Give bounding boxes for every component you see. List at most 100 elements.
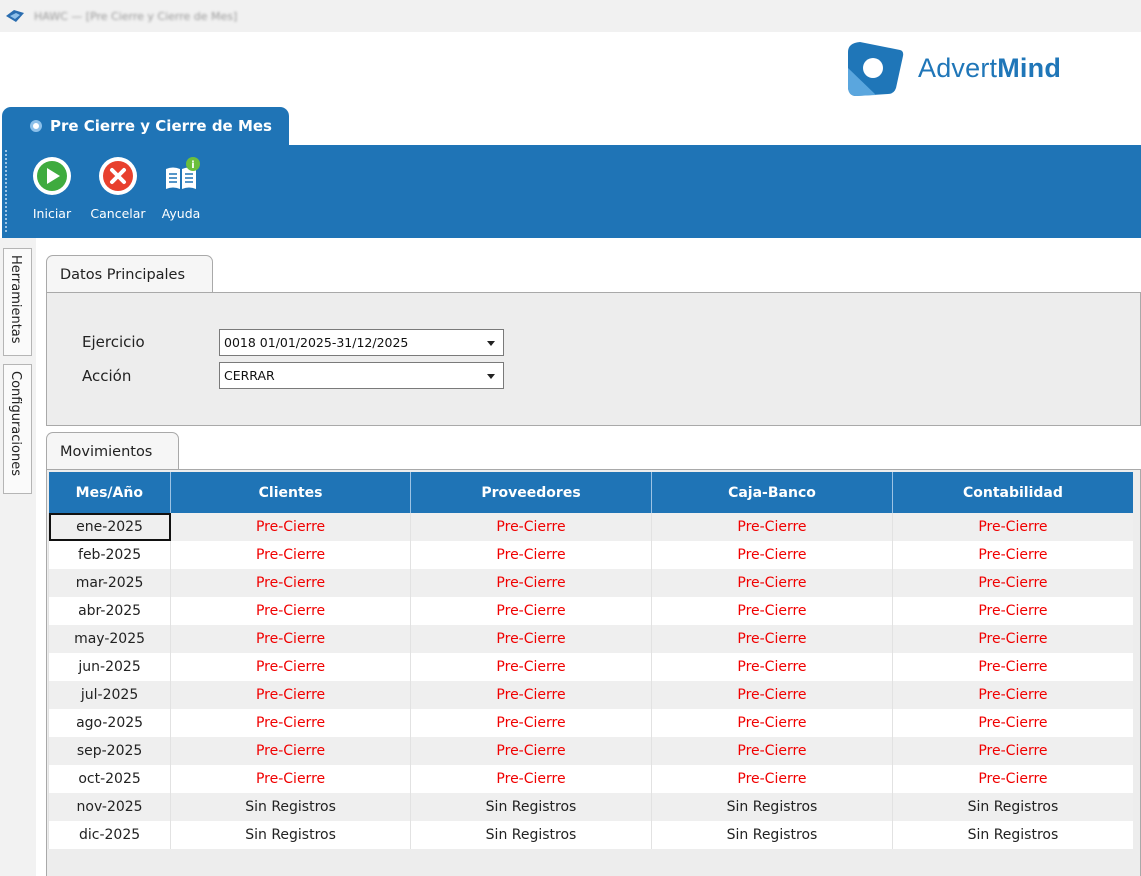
cell-proveedores[interactable]: Pre-Cierre xyxy=(409,597,652,625)
cell-clientes[interactable]: Pre-Cierre xyxy=(170,765,411,793)
cell-caja-banco[interactable]: Pre-Cierre xyxy=(651,709,893,737)
window-titlebar: HAWC — [Pre Cierre y Cierre de Mes] xyxy=(0,0,1141,32)
cell-clientes[interactable]: Pre-Cierre xyxy=(170,709,411,737)
cell-caja-banco[interactable]: Pre-Cierre xyxy=(651,541,893,569)
table-row[interactable]: ene-2025 Pre-Cierre Pre-Cierre Pre-Cierre Pr… xyxy=(47,513,1133,541)
cell-clientes[interactable]: Pre-Cierre xyxy=(170,597,411,625)
ejercicio-value: 0018 01/01/2025-31/12/2025 xyxy=(224,335,409,350)
window-title: HAWC — [Pre Cierre y Cierre de Mes] xyxy=(34,9,238,23)
cell-clientes[interactable]: Pre-Cierre xyxy=(170,737,411,765)
cancelar-button[interactable]: Cancelar xyxy=(88,155,148,221)
ejercicio-label: Ejercicio xyxy=(82,333,145,351)
cell-proveedores[interactable]: Pre-Cierre xyxy=(409,709,652,737)
module-dot-icon xyxy=(30,120,42,132)
table-row[interactable]: nov-2025 Sin Registros Sin Registros Sin Re… xyxy=(47,793,1133,821)
cell-clientes[interactable]: Sin Registros xyxy=(170,821,411,849)
col-header-caja-banco[interactable]: Caja-Banco xyxy=(651,472,893,513)
cell-mes[interactable]: ago-2025 xyxy=(47,709,171,737)
cell-contabilidad[interactable]: Sin Registros xyxy=(891,793,1133,821)
cell-clientes[interactable]: Pre-Cierre xyxy=(170,681,411,709)
cell-caja-banco[interactable]: Pre-Cierre xyxy=(651,681,893,709)
cell-contabilidad[interactable]: Pre-Cierre xyxy=(891,681,1133,709)
cell-mes[interactable]: abr-2025 xyxy=(47,597,171,625)
cell-proveedores[interactable]: Pre-Cierre xyxy=(409,569,652,597)
cell-caja-banco[interactable]: Pre-Cierre xyxy=(651,653,893,681)
cell-caja-banco[interactable]: Sin Registros xyxy=(651,793,893,821)
cell-caja-banco[interactable]: Pre-Cierre xyxy=(651,765,893,793)
cell-proveedores[interactable]: Pre-Cierre xyxy=(409,737,652,765)
cell-contabilidad[interactable]: Pre-Cierre xyxy=(891,513,1133,541)
ejercicio-select[interactable]: 0018 01/01/2025-31/12/2025 xyxy=(219,329,504,356)
table-row[interactable]: dic-2025 Sin Registros Sin Registros Sin Re… xyxy=(47,821,1133,849)
table-row[interactable]: sep-2025 Pre-Cierre Pre-Cierre Pre-Cierre Pr… xyxy=(47,737,1133,765)
cancelar-label: Cancelar xyxy=(90,206,146,221)
cell-proveedores[interactable]: Pre-Cierre xyxy=(409,625,652,653)
cell-contabilidad[interactable]: Sin Registros xyxy=(891,821,1133,849)
table-row[interactable]: jun-2025 Pre-Cierre Pre-Cierre Pre-Cierre Pr… xyxy=(47,653,1133,681)
col-header-mes[interactable]: Mes/Año xyxy=(48,472,171,513)
cell-clientes[interactable]: Sin Registros xyxy=(170,793,411,821)
cell-mes[interactable]: jun-2025 xyxy=(47,653,171,681)
table-row[interactable]: jul-2025 Pre-Cierre Pre-Cierre Pre-Cierre Pr… xyxy=(47,681,1133,709)
cell-contabilidad[interactable]: Pre-Cierre xyxy=(891,653,1133,681)
module-tab-label: Pre Cierre y Cierre de Mes xyxy=(50,117,272,135)
side-tab-herramientas[interactable]: Herramientas xyxy=(3,248,32,356)
accion-select[interactable]: CERRAR xyxy=(219,362,504,389)
toolbar: Iniciar Cancelar i Ayuda xyxy=(2,145,1141,238)
table-row[interactable]: mar-2025 Pre-Cierre Pre-Cierre Pre-Cierre Pr… xyxy=(47,569,1133,597)
cell-mes[interactable]: may-2025 xyxy=(47,625,171,653)
cell-caja-banco[interactable]: Pre-Cierre xyxy=(651,513,893,541)
toolbar-grip[interactable] xyxy=(5,150,7,232)
col-header-clientes[interactable]: Clientes xyxy=(170,472,411,513)
col-header-contabilidad[interactable]: Contabilidad xyxy=(891,472,1133,513)
cell-clientes[interactable]: Pre-Cierre xyxy=(170,625,411,653)
cell-proveedores[interactable]: Pre-Cierre xyxy=(409,513,652,541)
cell-mes[interactable]: oct-2025 xyxy=(47,765,171,793)
col-header-proveedores[interactable]: Proveedores xyxy=(409,472,652,513)
cell-proveedores[interactable]: Pre-Cierre xyxy=(409,541,652,569)
cell-proveedores[interactable]: Pre-Cierre xyxy=(409,653,652,681)
cell-clientes[interactable]: Pre-Cierre xyxy=(170,541,411,569)
cell-proveedores[interactable]: Pre-Cierre xyxy=(409,681,652,709)
cell-mes[interactable]: mar-2025 xyxy=(47,569,171,597)
cell-caja-banco[interactable]: Sin Registros xyxy=(651,821,893,849)
cancel-x-icon xyxy=(99,157,137,195)
module-tab[interactable]: Pre Cierre y Cierre de Mes xyxy=(2,107,289,145)
table-row[interactable]: ago-2025 Pre-Cierre Pre-Cierre Pre-Cierre Pr… xyxy=(47,709,1133,737)
advertmind-logo: AdvertMind xyxy=(846,36,1061,100)
cell-mes[interactable]: sep-2025 xyxy=(47,737,171,765)
cell-mes[interactable]: ene-2025 xyxy=(47,513,171,541)
cell-proveedores[interactable]: Sin Registros xyxy=(409,821,652,849)
cell-caja-banco[interactable]: Pre-Cierre xyxy=(651,737,893,765)
cell-mes[interactable]: feb-2025 xyxy=(47,541,171,569)
cell-mes[interactable]: nov-2025 xyxy=(47,793,171,821)
cell-contabilidad[interactable]: Pre-Cierre xyxy=(891,709,1133,737)
cell-mes[interactable]: jul-2025 xyxy=(47,681,171,709)
cell-caja-banco[interactable]: Pre-Cierre xyxy=(651,597,893,625)
cell-clientes[interactable]: Pre-Cierre xyxy=(170,653,411,681)
cell-contabilidad[interactable]: Pre-Cierre xyxy=(891,625,1133,653)
cell-contabilidad[interactable]: Pre-Cierre xyxy=(891,597,1133,625)
cell-contabilidad[interactable]: Pre-Cierre xyxy=(891,569,1133,597)
cell-contabilidad[interactable]: Pre-Cierre xyxy=(891,765,1133,793)
table-row[interactable]: abr-2025 Pre-Cierre Pre-Cierre Pre-Cierre Pr… xyxy=(47,597,1133,625)
accion-label: Acción xyxy=(82,367,132,385)
tab-movimientos-label: Movimientos xyxy=(60,443,153,460)
cell-clientes[interactable]: Pre-Cierre xyxy=(170,513,411,541)
side-tab-configuraciones[interactable]: Configuraciones xyxy=(3,364,32,494)
cell-caja-banco[interactable]: Pre-Cierre xyxy=(651,569,893,597)
tab-movimientos[interactable]: Movimientos xyxy=(46,432,179,470)
ayuda-button[interactable]: i Ayuda xyxy=(160,155,202,221)
cell-mes[interactable]: dic-2025 xyxy=(47,821,171,849)
cell-clientes[interactable]: Pre-Cierre xyxy=(170,569,411,597)
table-row[interactable]: may-2025 Pre-Cierre Pre-Cierre Pre-Cierre Pr… xyxy=(47,625,1133,653)
cell-proveedores[interactable]: Pre-Cierre xyxy=(409,765,652,793)
cell-contabilidad[interactable]: Pre-Cierre xyxy=(891,541,1133,569)
iniciar-button[interactable]: Iniciar xyxy=(30,155,74,221)
table-row[interactable]: oct-2025 Pre-Cierre Pre-Cierre Pre-Cierre Pr… xyxy=(47,765,1133,793)
cell-contabilidad[interactable]: Pre-Cierre xyxy=(891,737,1133,765)
cell-caja-banco[interactable]: Pre-Cierre xyxy=(651,625,893,653)
tab-datos-principales[interactable]: Datos Principales xyxy=(46,255,213,293)
table-row[interactable]: feb-2025 Pre-Cierre Pre-Cierre Pre-Cierre Pr… xyxy=(47,541,1133,569)
cell-proveedores[interactable]: Sin Registros xyxy=(409,793,652,821)
